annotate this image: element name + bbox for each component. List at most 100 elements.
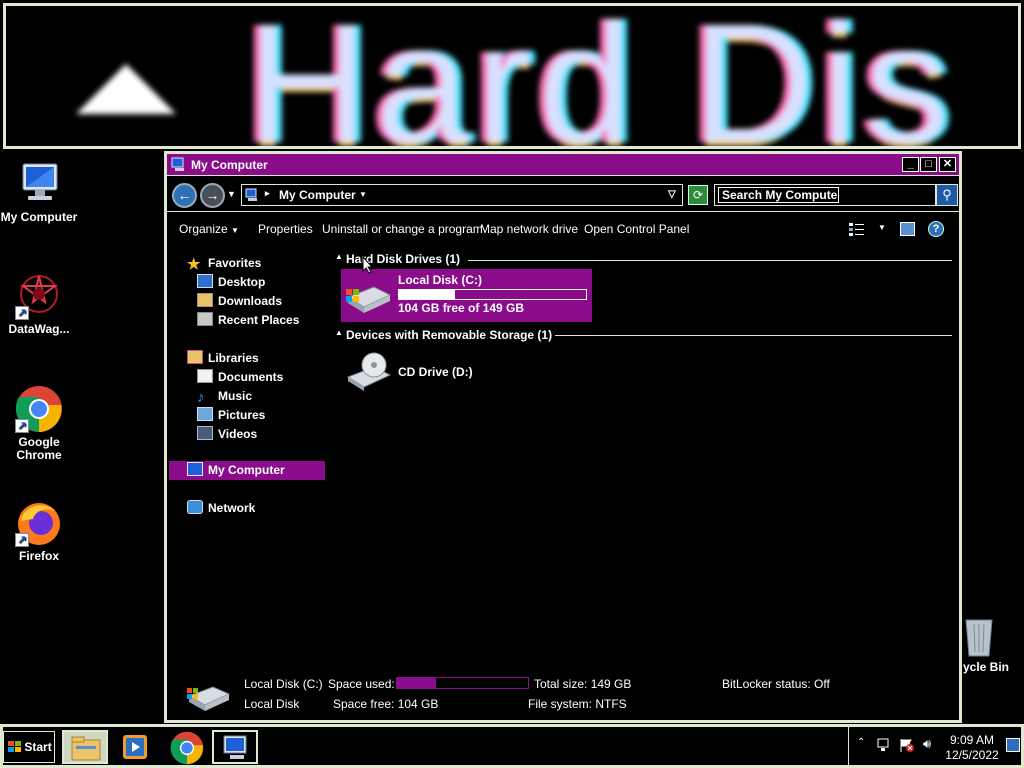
recycle-bin-icon	[962, 614, 996, 658]
maximize-button[interactable]: □	[920, 157, 937, 172]
taskbar: Start ⌃ 🔊︎ 9:09 AM 12/5/2022	[0, 724, 1024, 768]
group-removable-storage[interactable]: Devices with Removable Storage (1)	[346, 328, 552, 342]
details-space-free: Space free: 104 GB	[333, 697, 439, 711]
details-total-size: Total size: 149 GB	[534, 677, 632, 691]
nav-desktop[interactable]: Desktop	[197, 273, 265, 292]
details-space-used-fill	[397, 678, 437, 688]
cd-drive-icon	[346, 352, 392, 391]
drive-c-name: Local Disk (C:)	[398, 273, 483, 287]
command-bar: Organize ▼ Properties Uninstall or chang…	[167, 213, 959, 245]
details-drive-name: Local Disk (C:)	[244, 677, 323, 691]
preview-pane-icon[interactable]	[900, 222, 915, 236]
chrome-icon	[170, 731, 204, 765]
help-icon[interactable]: ?	[928, 221, 944, 237]
open-control-panel-button[interactable]: Open Control Panel	[584, 222, 689, 236]
title-bar[interactable]: My Computer _ □ ✕	[167, 154, 959, 176]
nav-pictures[interactable]: Pictures	[197, 406, 265, 425]
media-player-icon	[123, 735, 147, 759]
details-file-system: File system: NTFS	[528, 697, 627, 711]
datawag-icon: ↗	[15, 272, 63, 320]
chrome-icon: ↗	[15, 385, 63, 433]
desktop-icon-chrome[interactable]: ↗ Google Chrome	[0, 385, 79, 462]
address-bar[interactable]: ▸ My Computer ▼ ▽	[241, 184, 683, 206]
magnified-text: Hard Dis	[246, 3, 956, 149]
view-options-icon[interactable]	[849, 222, 865, 236]
show-desktop-icon[interactable]	[1006, 738, 1020, 752]
clock[interactable]: 9:09 AM 12/5/2022	[942, 733, 1002, 763]
clock-time: 9:09 AM	[949, 733, 995, 747]
network-status-icon[interactable]	[876, 738, 892, 752]
uninstall-program-button[interactable]: Uninstall or change a program	[322, 222, 483, 236]
drive-c-usage-fill	[399, 290, 456, 299]
drive-cd-d[interactable]: CD Drive (D:)	[341, 347, 501, 393]
taskbar-my-computer-button[interactable]	[212, 730, 258, 764]
magnifier-view: Hard Dis	[3, 3, 1021, 149]
taskbar-explorer-button[interactable]	[62, 730, 108, 764]
view-dropdown-icon[interactable]: ▼	[878, 223, 886, 232]
action-center-flag-icon[interactable]	[899, 738, 915, 753]
map-network-drive-button[interactable]: Map network drive	[480, 222, 578, 236]
volume-icon[interactable]: 🔊︎	[923, 736, 931, 752]
properties-button[interactable]: Properties	[258, 222, 313, 236]
drive-c-usage-bar	[398, 289, 587, 300]
nav-my-computer[interactable]: My Computer	[187, 461, 285, 480]
address-dropdown-icon[interactable]: ▽	[668, 189, 676, 200]
organize-dropdown-icon: ▼	[231, 226, 239, 235]
details-drive-type: Local Disk	[244, 697, 300, 711]
windows-logo-icon	[8, 741, 21, 752]
nav-favorites[interactable]: ★ Favorites	[187, 254, 261, 273]
mouse-cursor-icon	[362, 256, 374, 274]
address-row: ← → ▼ ▸ My Computer ▼ ▽ ⟳ ⚲	[167, 178, 959, 212]
details-space-used-bar	[396, 677, 529, 689]
drive-d-name: CD Drive (D:)	[398, 365, 473, 379]
breadcrumb-my-computer[interactable]: My Computer	[279, 188, 356, 202]
collapse-removable-icon[interactable]: ▲	[335, 328, 343, 337]
my-computer-icon	[171, 157, 184, 171]
magnified-triangle-icon	[76, 64, 176, 114]
start-button[interactable]: Start	[3, 731, 55, 763]
desktop-icon-my-computer[interactable]: My Computer	[0, 160, 79, 224]
back-button[interactable]: ←	[172, 183, 197, 208]
libraries-icon	[187, 350, 203, 364]
details-bitlocker: BitLocker status: Off	[722, 677, 830, 691]
organize-button[interactable]: Organize ▼	[179, 222, 239, 236]
group-divider	[555, 335, 952, 336]
close-button[interactable]: ✕	[939, 157, 956, 172]
network-icon	[187, 500, 203, 514]
shortcut-arrow-icon: ↗	[15, 306, 29, 320]
hard-drive-icon	[187, 686, 231, 711]
nav-network[interactable]: Network	[187, 499, 255, 518]
nav-recent-places[interactable]: Recent Places	[197, 311, 299, 330]
search-box[interactable]	[714, 184, 936, 206]
system-tray: ⌃ 🔊︎ 9:09 AM 12/5/2022	[848, 727, 1021, 765]
search-input[interactable]	[718, 187, 839, 203]
explorer-window[interactable]: My Computer _ □ ✕ ← → ▼ ▸ My Computer ▼ …	[164, 151, 962, 723]
show-hidden-icons-icon[interactable]: ⌃	[857, 737, 865, 748]
refresh-icon[interactable]: ⟳	[688, 185, 708, 205]
nav-documents[interactable]: Documents	[197, 368, 283, 387]
desktop-icon-firefox[interactable]: ↗ Firefox	[0, 499, 79, 563]
taskbar-chrome-button[interactable]	[164, 730, 210, 765]
videos-icon	[197, 426, 213, 440]
breadcrumb-chevron-icon[interactable]: ▸	[265, 188, 270, 199]
search-icon[interactable]: ⚲	[936, 184, 958, 206]
forward-button[interactable]: →	[200, 183, 225, 208]
nav-libraries[interactable]: Libraries	[187, 349, 259, 368]
pictures-icon	[197, 407, 213, 421]
drive-local-disk-c[interactable]: Local Disk (C:) 104 GB free of 149 GB	[341, 269, 592, 322]
group-divider	[468, 260, 952, 261]
nav-music[interactable]: ♪ Music	[197, 387, 252, 406]
collapse-hdd-icon[interactable]: ▲	[335, 252, 343, 261]
history-dropdown-icon[interactable]: ▼	[227, 189, 236, 199]
minimize-button[interactable]: _	[902, 157, 919, 172]
my-computer-icon	[245, 188, 257, 201]
nav-downloads[interactable]: Downloads	[197, 292, 282, 311]
taskbar-media-player-button[interactable]	[113, 730, 159, 764]
desktop-icon	[197, 274, 213, 288]
breadcrumb-dropdown-icon[interactable]: ▼	[359, 190, 367, 199]
recent-places-icon	[197, 312, 213, 326]
desktop-icon-datawag[interactable]: ↗ DataWag...	[0, 272, 79, 336]
my-computer-icon	[223, 735, 247, 759]
nav-videos[interactable]: Videos	[197, 425, 257, 444]
my-computer-icon	[187, 462, 203, 476]
